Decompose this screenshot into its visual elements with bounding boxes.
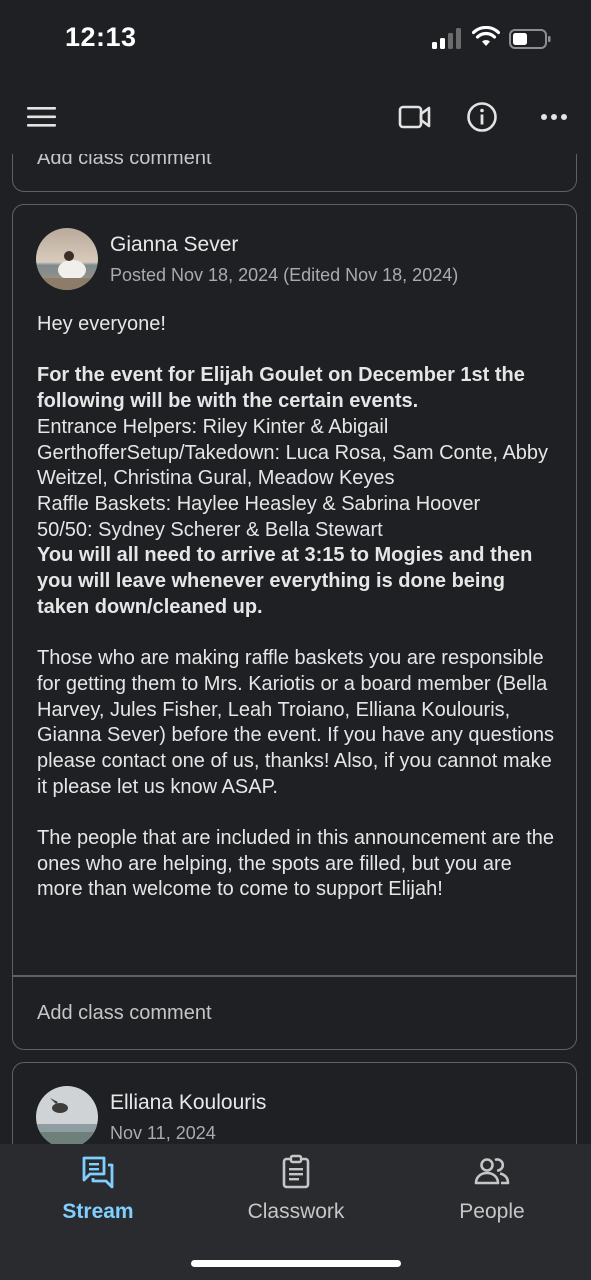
class-info-button[interactable] — [460, 95, 504, 139]
status-bar: 12:13 — [0, 0, 591, 80]
author-name: Gianna Sever — [110, 233, 239, 256]
people-paragraph: The people that are included in this ann… — [37, 827, 555, 901]
cellular-signal-icon — [432, 28, 461, 49]
announcement-body: Hey everyone! For the event for Elijah G… — [37, 312, 557, 929]
video-call-button[interactable] — [393, 95, 437, 139]
post-date: Posted Nov 18, 2024 (Edited Nov 18, 2024… — [110, 265, 459, 285]
assignment-entrance-setup: Entrance Helpers: Riley Kinter & Abigail… — [37, 415, 549, 490]
announcement-card-previous: Add class comment — [12, 154, 577, 192]
stream-screen: 12:13 Add class comment Gianna Sever Pos… — [0, 0, 591, 1280]
add-class-comment-button[interactable]: Add class comment — [37, 1002, 212, 1025]
post-date: Nov 11, 2024 — [110, 1123, 216, 1143]
greeting-text: Hey everyone! — [37, 313, 166, 335]
announcement-card: Gianna Sever Posted Nov 18, 2024 (Edited… — [12, 204, 577, 1050]
assignment-50-50: 50/50: Sydney Scherer & Bella Stewart — [37, 518, 383, 541]
wifi-icon — [472, 26, 500, 46]
tab-people-label: People — [459, 1200, 525, 1223]
divider — [13, 975, 576, 977]
profile-photo-icon — [36, 228, 98, 290]
tab-stream-label: Stream — [62, 1200, 134, 1223]
video-call-icon — [398, 105, 431, 129]
arrival-text: You will all need to arrive at 3:15 to M… — [37, 544, 533, 618]
menu-button[interactable] — [20, 95, 64, 139]
tab-people[interactable]: People — [417, 1154, 567, 1234]
raffle-paragraph: Those who are making raffle baskets you … — [37, 647, 554, 798]
more-icon — [541, 114, 567, 120]
people-icon — [474, 1158, 510, 1185]
menu-icon — [27, 107, 56, 127]
top-app-bar — [0, 80, 591, 154]
tab-classwork-label: Classwork — [247, 1200, 345, 1223]
more-options-button[interactable] — [532, 95, 576, 139]
home-indicator[interactable] — [191, 1260, 401, 1267]
tab-classwork[interactable]: Classwork — [221, 1154, 371, 1234]
add-class-comment-button[interactable]: Add class comment — [37, 154, 212, 170]
battery-icon — [509, 29, 551, 49]
status-time: 12:13 — [65, 22, 137, 52]
profile-photo-icon — [36, 1086, 98, 1144]
info-icon — [467, 102, 497, 132]
stream-icon — [82, 1156, 114, 1189]
avatar — [36, 1086, 98, 1144]
assignment-raffle: Raffle Baskets: Haylee Heasley & Sabrina… — [37, 492, 481, 515]
avatar — [36, 228, 98, 290]
event-intro-text: For the event for Elijah Goulet on Decem… — [37, 364, 525, 413]
announcement-card-next: Elliana Koulouris Nov 11, 2024 — [12, 1062, 577, 1144]
author-name: Elliana Koulouris — [110, 1091, 267, 1114]
classwork-icon — [282, 1154, 310, 1189]
tab-stream[interactable]: Stream — [23, 1154, 173, 1234]
stream-feed[interactable]: Add class comment Gianna Sever Posted No… — [0, 154, 591, 1144]
